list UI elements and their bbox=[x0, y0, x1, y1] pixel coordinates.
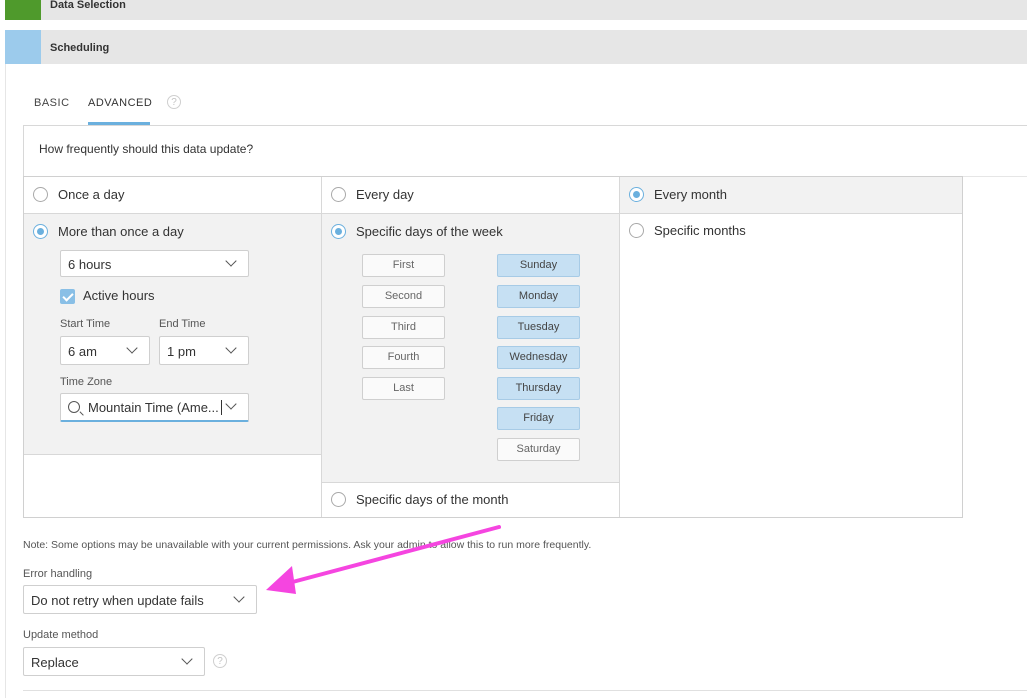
annotation-arrow bbox=[266, 525, 501, 594]
annotation-arrow-shaft bbox=[283, 525, 501, 586]
annotation-arrow-head bbox=[266, 566, 296, 594]
